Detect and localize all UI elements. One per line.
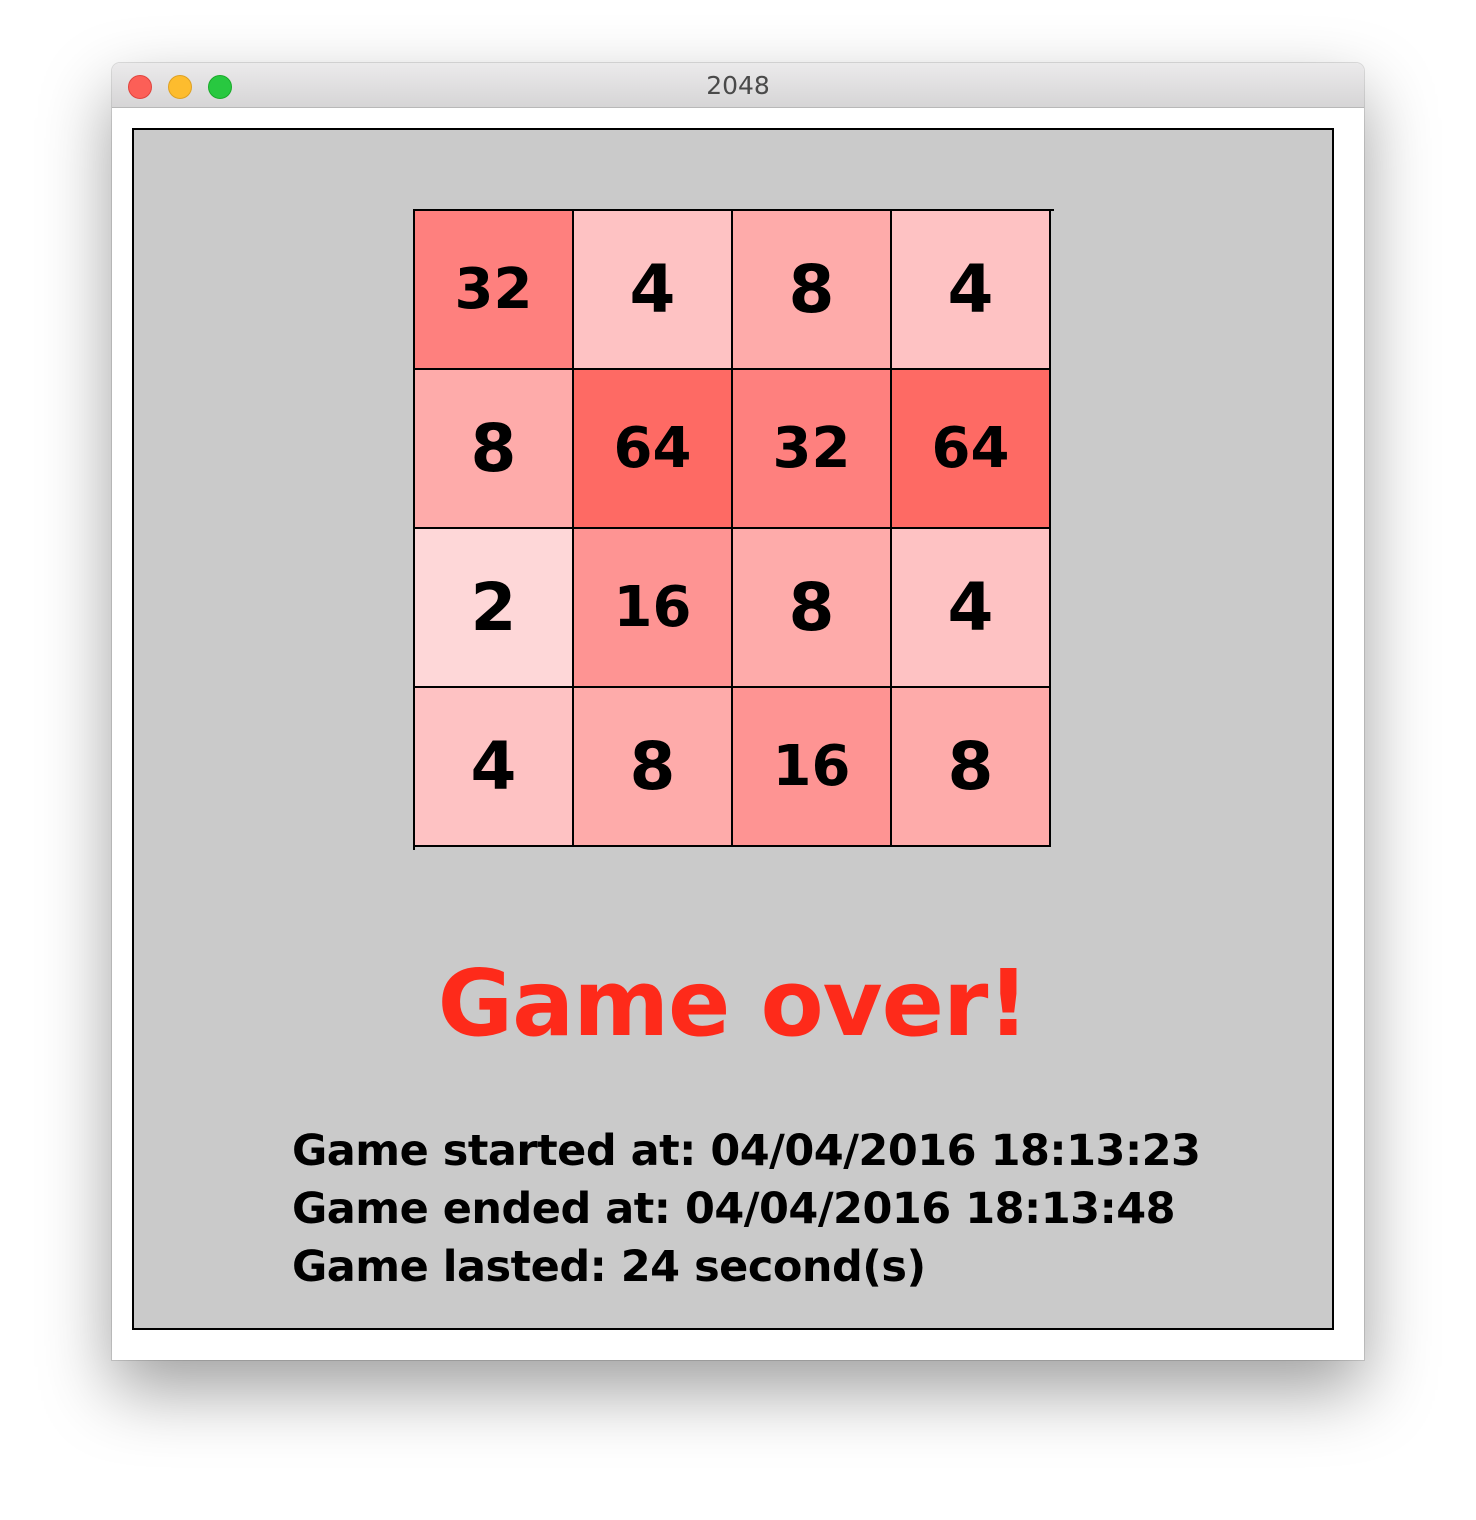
tile: 4 [892,211,1051,370]
game-started-text: Game started at: 04/04/2016 18:13:23 [292,1126,1201,1176]
app-window: 2048 32 4 8 4 8 64 32 64 2 16 8 4 4 8 16 8 Game over! G… [112,63,1364,1360]
tile: 32 [415,211,574,370]
game-stats: Game started at: 04/04/2016 18:13:23 Gam… [292,1122,1201,1296]
game-panel: 32 4 8 4 8 64 32 64 2 16 8 4 4 8 16 8 Game over! Game s… [132,128,1334,1330]
game-ended-text: Game ended at: 04/04/2016 18:13:48 [292,1184,1176,1234]
tile: 4 [892,529,1051,688]
tile: 4 [574,211,733,370]
tile: 8 [733,211,892,370]
window-content: 32 4 8 4 8 64 32 64 2 16 8 4 4 8 16 8 Game over! Game s… [112,108,1364,1360]
tile: 16 [733,688,892,847]
tile: 8 [574,688,733,847]
window-title: 2048 [706,71,770,100]
tile: 16 [574,529,733,688]
game-board: 32 4 8 4 8 64 32 64 2 16 8 4 4 8 16 8 [413,209,1054,850]
tile: 64 [892,370,1051,529]
tile: 4 [415,688,574,847]
tile: 8 [415,370,574,529]
game-duration-text: Game lasted: 24 second(s) [292,1242,926,1292]
tile: 8 [892,688,1051,847]
game-over-message: Game over! [437,950,1030,1057]
title-bar[interactable]: 2048 [112,63,1364,108]
tile: 2 [415,529,574,688]
tile: 64 [574,370,733,529]
tile: 32 [733,370,892,529]
tile: 8 [733,529,892,688]
